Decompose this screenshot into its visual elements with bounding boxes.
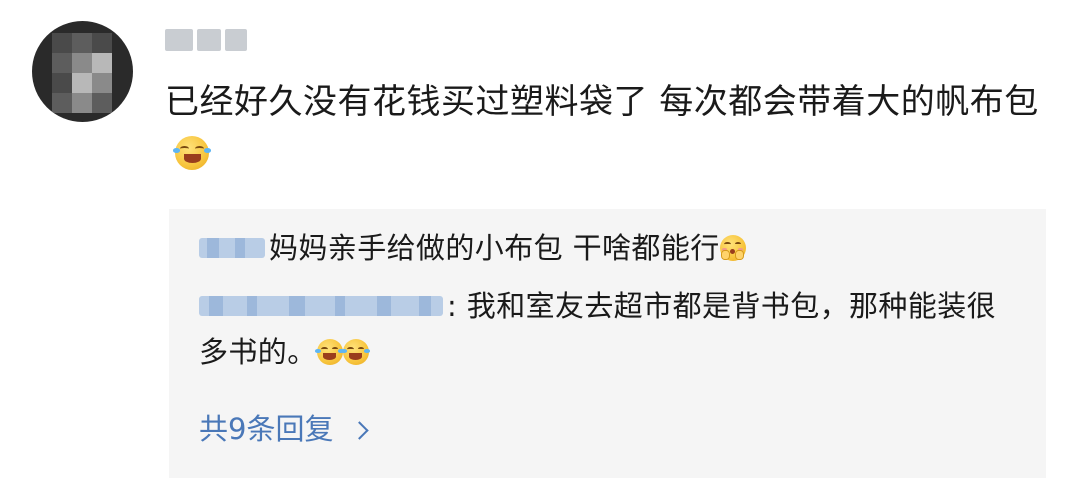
username[interactable] (165, 29, 247, 51)
crying-laughing-emoji-icon (172, 135, 212, 170)
reply-item[interactable]: : 我和室友去超市都是背书包，那种能装很多书的。 (199, 283, 1019, 375)
reply-text: 妈妈亲手给做的小布包 干啥都能行 (269, 231, 720, 265)
more-replies-label: 共9条回复 (199, 412, 334, 446)
reply-item[interactable]: 妈妈亲手给做的小布包 干啥都能行 (199, 225, 1039, 271)
reply-username[interactable] (199, 296, 443, 316)
view-more-replies-link[interactable]: 共9条回复 (199, 407, 370, 451)
avatar[interactable] (32, 21, 133, 122)
grinning-sweat-emoji-icon (341, 339, 371, 365)
hugging-face-emoji-icon (719, 235, 746, 261)
reply-separator: : (447, 289, 458, 323)
comment-body: 已经好久没有花钱买过塑料袋了 每次都会带着大的帆布包 (165, 82, 1039, 122)
grinning-sweat-emoji-icon (315, 339, 345, 365)
reply-username[interactable] (199, 238, 265, 258)
comment-text: 已经好久没有花钱买过塑料袋了 每次都会带着大的帆布包 (165, 76, 1055, 180)
replies-preview[interactable]: 妈妈亲手给做的小布包 干啥都能行 : 我和室友去超市都是背书包，那种能装很多书的… (169, 209, 1046, 478)
chevron-right-icon (350, 420, 370, 440)
